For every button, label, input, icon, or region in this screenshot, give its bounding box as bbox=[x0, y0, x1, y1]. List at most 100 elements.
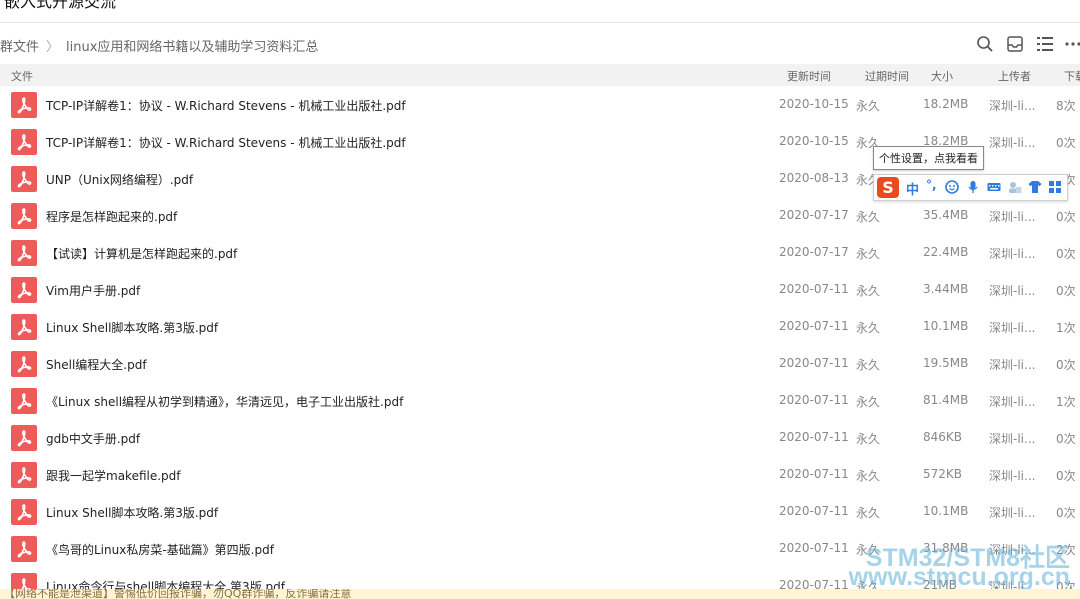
row-size: 19.5MB bbox=[923, 356, 969, 370]
row-uploader: 深圳-li... bbox=[989, 99, 1036, 113]
sogou-logo-icon[interactable]: S bbox=[877, 177, 899, 198]
row-file-name[interactable]: UNP（Unix网络编程）.pdf bbox=[46, 171, 193, 188]
row-size: 3.44MB bbox=[923, 282, 969, 296]
notice-banner-text: 【网络不能是泄渠道】警惕低价回报诈骗，勿QQ群诈骗，反诈骗请注意 bbox=[4, 589, 352, 599]
inbox-icon[interactable] bbox=[1006, 35, 1024, 53]
file-row[interactable]: Vim用户手册.pdf 2020-07-11 永久 3.44MB 深圳-li... 0次 bbox=[0, 271, 1080, 308]
row-expiry: 永久 bbox=[856, 469, 881, 483]
ime-mode-toggle[interactable]: 中 bbox=[906, 179, 919, 198]
row-expiry: 永久 bbox=[856, 432, 881, 446]
header-file[interactable]: 文件 bbox=[11, 68, 33, 84]
row-expiry: 永久 bbox=[856, 99, 881, 113]
row-size: 10.1MB bbox=[923, 319, 969, 333]
pdf-icon bbox=[11, 129, 37, 155]
pdf-icon bbox=[11, 351, 37, 377]
row-updated-time: 2020-07-11 bbox=[779, 356, 849, 370]
header-expiry[interactable]: 过期时间 bbox=[865, 68, 909, 84]
row-file-name[interactable]: gdb中文手册.pdf bbox=[46, 430, 140, 447]
row-file-name[interactable]: Linux Shell脚本攻略.第3版.pdf bbox=[46, 504, 218, 521]
row-uploader: 深圳-li... bbox=[989, 395, 1036, 409]
row-updated-time: 2020-07-11 bbox=[779, 541, 849, 555]
row-updated-time: 2020-07-17 bbox=[779, 245, 849, 259]
row-expiry: 永久 bbox=[856, 506, 881, 520]
header-size[interactable]: 大小 bbox=[931, 68, 953, 84]
row-file-name[interactable]: TCP-IP详解卷1：协议 - W.Richard Stevens - 机械工业… bbox=[46, 97, 406, 114]
row-updated-time: 2020-07-11 bbox=[779, 430, 849, 444]
file-row[interactable]: 《Linux shell编程从初学到精通》，华清远见，电子工业出版社.pdf 20… bbox=[0, 382, 1080, 419]
user-status-icon[interactable] bbox=[1008, 180, 1022, 194]
pdf-icon bbox=[11, 166, 37, 192]
row-updated-time: 2020-08-13 bbox=[779, 171, 849, 185]
row-expiry: 永久 bbox=[856, 284, 881, 298]
row-file-name[interactable]: 程序是怎样跑起来的.pdf bbox=[46, 208, 177, 225]
toolbox-icon[interactable] bbox=[1048, 180, 1062, 194]
row-downloads: 0次 bbox=[1056, 469, 1076, 483]
header-downloads[interactable]: 下载 bbox=[1064, 68, 1080, 84]
row-updated-time: 2020-07-11 bbox=[779, 504, 849, 518]
row-expiry: 永久 bbox=[856, 395, 881, 409]
row-expiry: 永久 bbox=[856, 210, 881, 224]
pdf-icon bbox=[11, 462, 37, 488]
window-title-bar: 嵌入式开源交流 bbox=[0, 0, 1080, 23]
microphone-icon[interactable] bbox=[966, 180, 980, 194]
row-file-name[interactable]: 跟我一起学makefile.pdf bbox=[46, 467, 181, 484]
pdf-icon bbox=[11, 499, 37, 525]
header-updated[interactable]: 更新时间 bbox=[787, 68, 831, 84]
file-row[interactable]: Shell编程大全.pdf 2020-07-11 永久 19.5MB 深圳-li... 0… bbox=[0, 345, 1080, 382]
row-size: 572KB bbox=[923, 467, 963, 481]
pdf-icon bbox=[11, 92, 37, 118]
row-size: 81.4MB bbox=[923, 393, 969, 407]
search-icon[interactable] bbox=[976, 35, 994, 53]
row-uploader: 深圳-li... bbox=[989, 321, 1036, 335]
row-file-name[interactable]: Vim用户手册.pdf bbox=[46, 282, 140, 299]
pdf-icon bbox=[11, 203, 37, 229]
row-uploader: 深圳-li... bbox=[989, 247, 1036, 261]
row-updated-time: 2020-10-15 bbox=[779, 97, 849, 111]
file-row[interactable]: Linux Shell脚本攻略.第3版.pdf 2020-07-11 永久 10.1M… bbox=[0, 308, 1080, 345]
breadcrumb-root[interactable]: 群文件 bbox=[0, 40, 39, 55]
file-row[interactable]: gdb中文手册.pdf 2020-07-11 永久 846KB 深圳-li... 0次 bbox=[0, 419, 1080, 456]
row-uploader: 深圳-li... bbox=[989, 506, 1036, 520]
row-expiry: 永久 bbox=[856, 247, 881, 261]
row-file-name[interactable]: 《鸟哥的Linux私房菜-基础篇》第四版.pdf bbox=[46, 541, 274, 558]
pdf-icon bbox=[11, 388, 37, 414]
row-updated-time: 2020-10-15 bbox=[779, 134, 849, 148]
row-updated-time: 2020-07-11 bbox=[779, 319, 849, 333]
table-header: 文件 更新时间 过期时间 大小 上传者 下载 bbox=[0, 64, 1080, 86]
more-icon[interactable] bbox=[1064, 35, 1080, 53]
breadcrumb-folder[interactable]: linux应用和网络书籍以及辅助学习资料汇总 bbox=[66, 40, 318, 55]
row-updated-time: 2020-07-11 bbox=[779, 393, 849, 407]
pdf-icon bbox=[11, 277, 37, 303]
row-downloads: 0次 bbox=[1056, 247, 1076, 261]
row-file-name[interactable]: TCP-IP详解卷1：协议 - W.Richard Stevens - 机械工业… bbox=[46, 134, 406, 151]
row-file-name[interactable]: 【试读】计算机是怎样跑起来的.pdf bbox=[46, 245, 237, 262]
file-row[interactable]: 程序是怎样跑起来的.pdf 2020-07-17 永久 35.4MB 深圳-li... 0… bbox=[0, 197, 1080, 234]
row-file-name[interactable]: Linux Shell脚本攻略.第3版.pdf bbox=[46, 319, 218, 336]
row-downloads: 0次 bbox=[1056, 284, 1076, 298]
keyboard-icon[interactable] bbox=[987, 180, 1001, 194]
row-updated-time: 2020-07-11 bbox=[779, 282, 849, 296]
header-uploader[interactable]: 上传者 bbox=[998, 68, 1031, 84]
ime-punctuation-toggle[interactable]: °, bbox=[926, 178, 937, 192]
file-row[interactable]: Linux Shell脚本攻略.第3版.pdf 2020-07-11 永久 10.1M… bbox=[0, 493, 1080, 530]
row-downloads: 0次 bbox=[1056, 358, 1076, 372]
row-uploader: 深圳-li... bbox=[989, 432, 1036, 446]
row-downloads: 1次 bbox=[1056, 395, 1076, 409]
row-downloads: 0次 bbox=[1056, 136, 1076, 150]
row-uploader: 深圳-li... bbox=[989, 210, 1036, 224]
row-updated-time: 2020-07-11 bbox=[779, 467, 849, 481]
list-view-icon[interactable] bbox=[1036, 35, 1054, 53]
file-row[interactable]: 【试读】计算机是怎样跑起来的.pdf 2020-07-17 永久 22.4MB 深圳-l… bbox=[0, 234, 1080, 271]
row-file-name[interactable]: Shell编程大全.pdf bbox=[46, 356, 147, 373]
breadcrumb-separator: 〉 bbox=[46, 40, 60, 55]
watermark-line-2: www.stmcu.org.cn bbox=[848, 563, 1070, 591]
path-bar: 群文件〉 linux应用和网络书籍以及辅助学习资料汇总 bbox=[0, 23, 1080, 63]
row-uploader: 深圳-li... bbox=[989, 284, 1036, 298]
file-row[interactable]: TCP-IP详解卷1：协议 - W.Richard Stevens - 机械工业… bbox=[0, 86, 1080, 123]
file-row[interactable]: 跟我一起学makefile.pdf 2020-07-11 永久 572KB 深圳-li.… bbox=[0, 456, 1080, 493]
group-title: 嵌入式开源交流 bbox=[4, 0, 117, 11]
row-size: 10.1MB bbox=[923, 504, 969, 518]
skin-icon[interactable] bbox=[1028, 180, 1042, 194]
emoji-icon[interactable] bbox=[945, 180, 959, 194]
row-file-name[interactable]: 《Linux shell编程从初学到精通》，华清远见，电子工业出版社.pdf bbox=[46, 393, 403, 410]
